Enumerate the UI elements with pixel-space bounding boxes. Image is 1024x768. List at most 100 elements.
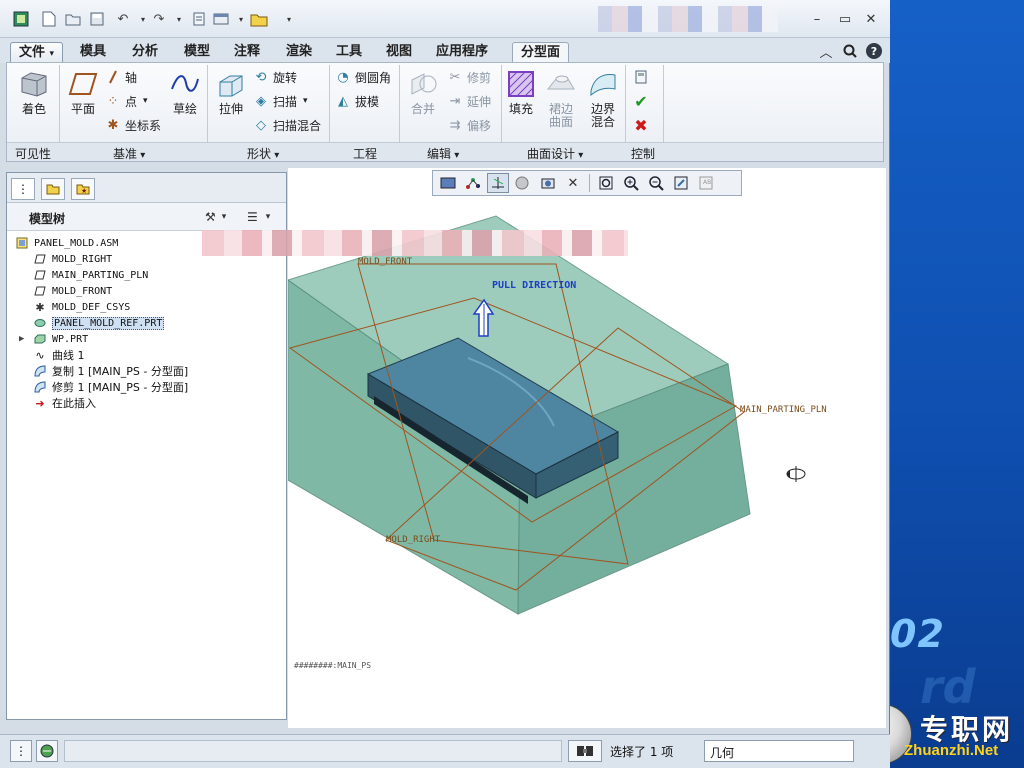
tab-view[interactable]: 视图 bbox=[378, 42, 420, 63]
tree-item-mold-front[interactable]: MOLD_FRONT bbox=[33, 283, 112, 299]
appearance-icon[interactable] bbox=[512, 173, 534, 193]
round-button[interactable]: ◔ 倒圆角 bbox=[335, 67, 391, 87]
tree-item-curve[interactable]: ∿ 曲线 1 bbox=[33, 347, 84, 363]
swept-blend-icon: ◇ bbox=[256, 117, 266, 133]
sweep-dropdown-icon[interactable]: ▾ bbox=[303, 96, 308, 106]
tree-item-assembly[interactable]: PANEL_MOLD.ASM bbox=[15, 235, 118, 251]
refit-icon[interactable] bbox=[595, 173, 617, 193]
skirt-surface-button[interactable]: 裙边 曲面 bbox=[541, 69, 581, 129]
ok-button[interactable]: ✔ bbox=[633, 91, 653, 111]
axis-button[interactable]: 轴 bbox=[105, 67, 137, 87]
point-button[interactable]: ⁘ 点 ▾ bbox=[105, 91, 148, 111]
new-file-icon[interactable] bbox=[40, 10, 58, 28]
tree-settings-button[interactable]: ⚒ ▾ bbox=[205, 208, 226, 226]
annotation-display-icon[interactable]: ✕ bbox=[562, 173, 584, 193]
group-shapes-label[interactable]: 形状 bbox=[247, 145, 279, 162]
tab-file[interactable]: 文件 ▾ bbox=[10, 42, 64, 63]
creo-window: ↶ ▾ ↷ ▾ ▾ ▾ – ▭ ✕ 文件 ▾ 模具 分析 模型 注释 渲染 工具… bbox=[0, 0, 890, 768]
show-browser-icon[interactable] bbox=[36, 740, 58, 762]
selection-filter-select[interactable]: 几何 bbox=[704, 740, 854, 762]
expand-arrow-icon[interactable]: ▶ bbox=[19, 334, 24, 344]
merge-icon bbox=[408, 69, 438, 99]
saved-views-icon[interactable] bbox=[437, 173, 459, 193]
tab-applications[interactable]: 应用程序 bbox=[428, 42, 496, 63]
close-window-folder-icon[interactable] bbox=[250, 10, 268, 28]
save-icon[interactable] bbox=[88, 10, 106, 28]
redo-icon[interactable]: ↷ bbox=[150, 10, 168, 28]
csys-button[interactable]: ✱ 坐标系 bbox=[105, 115, 161, 135]
close-icon[interactable]: ✕ bbox=[862, 10, 880, 28]
tree-item-ref-part[interactable]: PANEL_MOLD_REF.PRT bbox=[33, 315, 165, 331]
maximize-icon[interactable]: ▭ bbox=[836, 10, 854, 28]
open-folder-icon[interactable] bbox=[64, 10, 82, 28]
spin-center-toggle-icon[interactable] bbox=[487, 173, 509, 193]
fill-button[interactable]: 填充 bbox=[503, 69, 539, 116]
undo-icon[interactable]: ↶ bbox=[114, 10, 132, 28]
group-datum-label[interactable]: 基准 bbox=[113, 145, 145, 162]
cancel-button[interactable]: ✖ bbox=[633, 115, 653, 135]
part-icon bbox=[33, 317, 47, 329]
folder-browser-tab-icon[interactable] bbox=[41, 178, 65, 200]
tree-item-copy[interactable]: 复制 1 [MAIN_PS - 分型面] bbox=[33, 363, 188, 379]
tab-mold[interactable]: 模具 bbox=[72, 42, 114, 63]
windows-icon[interactable] bbox=[212, 10, 230, 28]
customize-toolbar-icon[interactable]: ▾ bbox=[280, 10, 298, 28]
swept-blend-button[interactable]: ◇ 扫描混合 bbox=[253, 115, 321, 135]
tree-item-trim[interactable]: 修剪 1 [MAIN_PS - 分型面] bbox=[33, 379, 188, 395]
merge-button[interactable]: 合并 bbox=[403, 69, 443, 116]
minimize-icon[interactable]: – bbox=[808, 10, 826, 28]
tab-analysis[interactable]: 分析 bbox=[124, 42, 166, 63]
show-navigator-icon[interactable]: ⋮ bbox=[10, 740, 32, 762]
tree-item-main-parting-pln[interactable]: MAIN_PARTING_PLN bbox=[33, 267, 148, 283]
group-editing-label[interactable]: 编辑 bbox=[427, 145, 459, 162]
revolve-button[interactable]: ⟲ 旋转 bbox=[253, 67, 297, 87]
tree-show-button[interactable]: ☰ ▾ bbox=[247, 208, 270, 226]
repaint-icon[interactable] bbox=[670, 173, 692, 193]
sweep-button[interactable]: ◈ 扫描 ▾ bbox=[253, 91, 308, 111]
tree-item-mold-right[interactable]: MOLD_RIGHT bbox=[33, 251, 112, 267]
shade-button[interactable]: 着色 bbox=[11, 69, 57, 116]
datum-display-icon[interactable] bbox=[462, 173, 484, 193]
model-tree-header: 模型树 ⚒ ▾ ☰ ▾ bbox=[7, 203, 286, 231]
graphics-toolbar: ✕ AB bbox=[432, 170, 742, 196]
help-icon[interactable]: ? bbox=[866, 43, 882, 59]
spin-center-small-icon[interactable]: AB bbox=[695, 173, 717, 193]
extend-button[interactable]: ⇥ 延伸 bbox=[447, 91, 491, 111]
point-dropdown-icon[interactable]: ▾ bbox=[143, 96, 148, 106]
feature-info-button[interactable] bbox=[633, 67, 653, 87]
display-style-icon[interactable] bbox=[537, 173, 559, 193]
windows-dropdown-icon[interactable]: ▾ bbox=[232, 10, 250, 28]
tree-item-insert-here[interactable]: ➜ 在此插入 bbox=[33, 395, 96, 411]
selection-count: 选择了 1 项 bbox=[610, 745, 674, 759]
trim-icon: ✂ bbox=[449, 69, 461, 85]
extrude-button[interactable]: 拉伸 bbox=[211, 69, 251, 116]
offset-button[interactable]: ⇉ 偏移 bbox=[447, 115, 491, 135]
group-visibility-label: 可见性 bbox=[15, 147, 52, 161]
tab-model[interactable]: 模型 bbox=[176, 42, 218, 63]
plane-button[interactable]: 平面 bbox=[63, 69, 103, 116]
trim-button[interactable]: ✂ 修剪 bbox=[447, 67, 491, 87]
model-tree-tab-icon[interactable]: ⋮ bbox=[11, 178, 35, 200]
app-logo-icon[interactable] bbox=[12, 10, 30, 28]
group-surface-label[interactable]: 曲面设计 bbox=[527, 145, 583, 162]
collapse-ribbon-icon[interactable]: ︿ bbox=[818, 43, 834, 61]
feature-info-icon bbox=[633, 69, 649, 85]
tree-item-mold-def-csys[interactable]: ✱ MOLD_DEF_CSYS bbox=[33, 299, 130, 315]
tab-annotate[interactable]: 注释 bbox=[226, 42, 268, 63]
tab-tools[interactable]: 工具 bbox=[328, 42, 370, 63]
tab-render[interactable]: 渲染 bbox=[278, 42, 320, 63]
zoom-in-icon[interactable] bbox=[620, 173, 642, 193]
draft-button[interactable]: ◭ 拔模 bbox=[335, 91, 379, 111]
search-icon[interactable] bbox=[842, 43, 858, 59]
regenerate-icon[interactable] bbox=[190, 10, 208, 28]
sketch-button[interactable]: 草绘 bbox=[165, 69, 205, 116]
watermark-en: Zhuanzhi.Net bbox=[904, 742, 999, 759]
assembly-icon bbox=[15, 237, 29, 249]
boundary-blend-button[interactable]: 边界 混合 bbox=[583, 69, 623, 129]
tree-item-workpiece[interactable]: ▶ WP.PRT bbox=[19, 331, 88, 347]
favorites-tab-icon[interactable]: ★ bbox=[71, 178, 95, 200]
tab-parting-surface[interactable]: 分型面 bbox=[512, 42, 570, 63]
selection-tools-icon[interactable] bbox=[568, 740, 602, 762]
zoom-out-icon[interactable] bbox=[645, 173, 667, 193]
redo-dropdown-icon[interactable]: ▾ bbox=[170, 10, 188, 28]
